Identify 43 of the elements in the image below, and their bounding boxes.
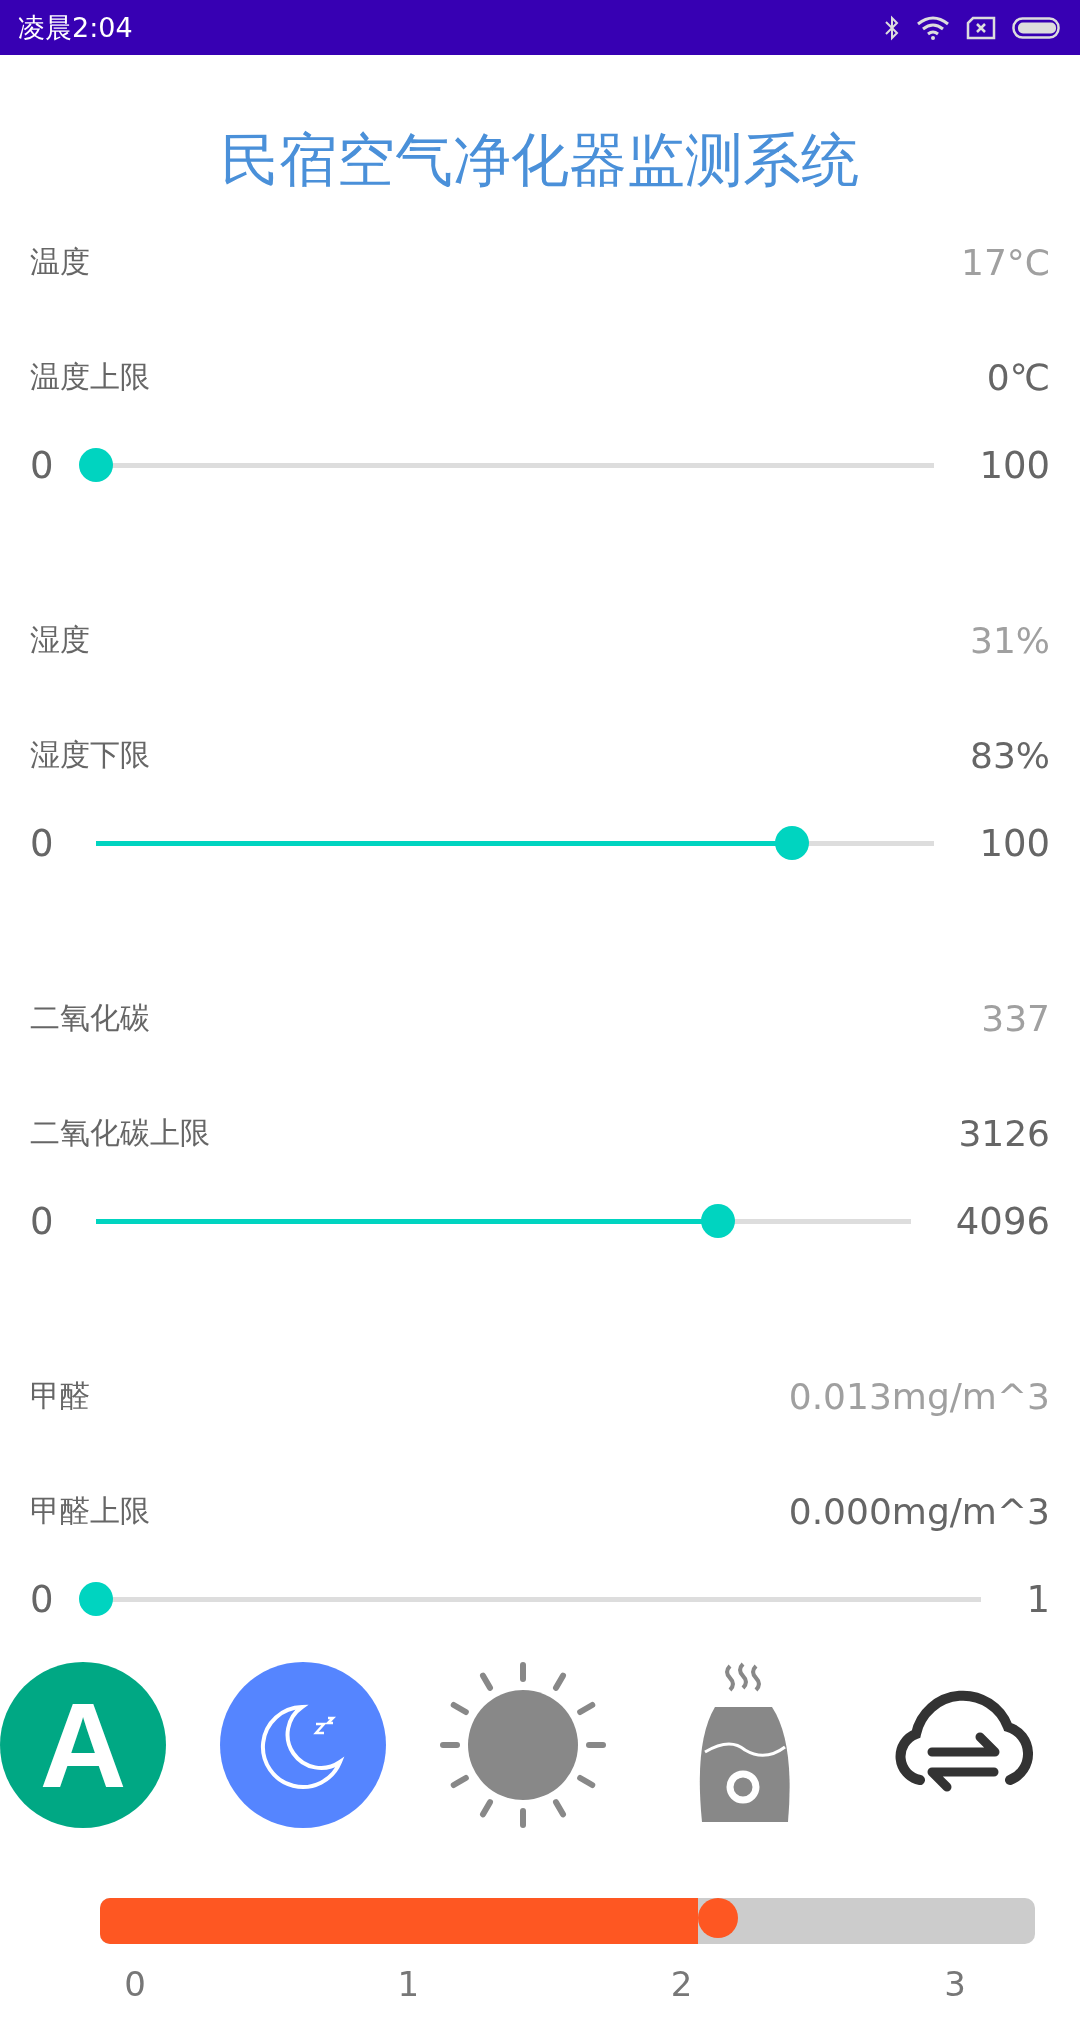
wifi-icon xyxy=(916,15,950,40)
sensor-reading: 0.013mg/m^3 xyxy=(788,1375,1050,1417)
sun-icon[interactable] xyxy=(440,1662,606,1828)
limit-label: 二氧化碳上限 xyxy=(30,1113,210,1152)
slider-max: 1 xyxy=(1026,1577,1050,1621)
slider-thumb[interactable] xyxy=(697,1898,738,1938)
battery-icon xyxy=(1012,15,1062,40)
tick-label: 0 xyxy=(123,1964,147,2004)
limit-value: 0℃ xyxy=(986,356,1050,398)
slider-min: 0 xyxy=(30,1199,54,1243)
slider-max: 100 xyxy=(979,821,1050,865)
slider-min: 0 xyxy=(30,1577,54,1621)
tick-label: 2 xyxy=(669,1964,694,2004)
sensor-reading: 337 xyxy=(981,997,1050,1039)
sim-icon xyxy=(966,15,996,40)
sensor-label: 甲醛 xyxy=(30,1376,90,1415)
auto-mode-button[interactable]: A xyxy=(0,1662,166,1828)
slider-thumb[interactable] xyxy=(78,448,113,482)
moon-icon[interactable] xyxy=(220,1662,386,1828)
slider-thumb[interactable] xyxy=(774,826,809,860)
slider-thumb[interactable] xyxy=(700,1204,735,1238)
slider-max: 100 xyxy=(979,443,1050,487)
slider-min: 0 xyxy=(30,821,54,865)
limit-label: 温度上限 xyxy=(30,357,150,396)
limit-value: 83% xyxy=(970,734,1050,776)
slider-max: 4096 xyxy=(955,1199,1050,1243)
tick-label: 1 xyxy=(396,1964,421,2004)
slider-min: 0 xyxy=(30,443,54,487)
limit-label: 甲醛上限 xyxy=(30,1491,150,1530)
tick-label: 3 xyxy=(943,1964,967,2004)
limit-label: 湿度下限 xyxy=(30,735,150,774)
limit-value: 3126 xyxy=(958,1112,1050,1154)
sensor-label: 湿度 xyxy=(30,620,90,659)
slider-thumb[interactable] xyxy=(78,1582,113,1616)
sensor-label: 温度 xyxy=(30,242,90,281)
app-title: 民宿空气净化器监测系统 xyxy=(220,125,860,196)
sensor-reading: 31% xyxy=(970,619,1050,661)
status-time: 凌晨2:04 xyxy=(18,10,133,45)
speed-slider[interactable] xyxy=(100,1898,1035,1944)
limit-value: 0.000mg/m^3 xyxy=(788,1490,1050,1532)
sensor-reading: 17°C xyxy=(961,241,1050,283)
bluetooth-icon xyxy=(884,14,900,41)
sensor-label: 二氧化碳 xyxy=(30,998,150,1037)
